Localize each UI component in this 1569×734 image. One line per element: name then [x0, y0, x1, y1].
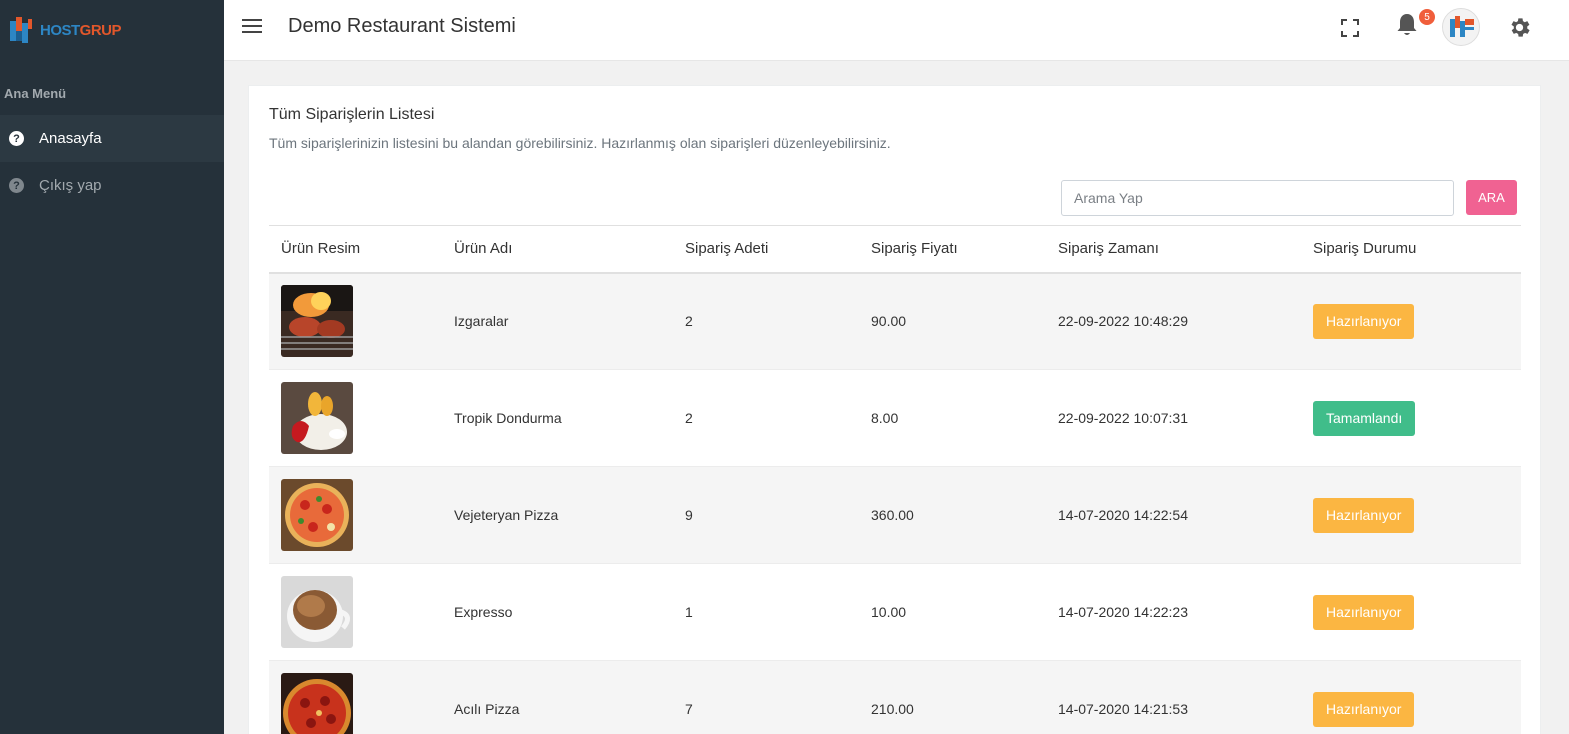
- product-name-cell: Tropik Dondurma: [442, 369, 673, 467]
- column-header: Sipariş Zamanı: [1046, 225, 1301, 274]
- help-circle-icon: ?: [9, 131, 24, 146]
- hostgrup-logo-icon: [10, 17, 32, 43]
- price-cell: 360.00: [859, 466, 1046, 564]
- quantity-cell: 2: [673, 272, 859, 370]
- status-button[interactable]: Hazırlanıyor: [1313, 303, 1415, 339]
- search-input[interactable]: [1061, 180, 1454, 216]
- menu-toggle-icon[interactable]: [242, 19, 262, 35]
- product-image-cell: [269, 272, 442, 370]
- user-avatar[interactable]: [1442, 8, 1480, 46]
- status-button[interactable]: Hazırlanıyor: [1313, 691, 1415, 727]
- product-name-cell: Expresso: [442, 563, 673, 661]
- table-row: Expresso 1 10.00 14-07-2020 14:22:23 Haz…: [269, 563, 1521, 661]
- search-button[interactable]: ARA: [1466, 180, 1517, 215]
- status-cell: Tamamlandı: [1301, 369, 1521, 467]
- quantity-cell: 1: [673, 563, 859, 661]
- quantity-cell: 2: [673, 369, 859, 467]
- product-image-ice-cream: [281, 382, 353, 454]
- time-cell: 14-07-2020 14:21:53: [1046, 660, 1301, 734]
- orders-card: Tüm Siparişlerin Listesi Tüm siparişleri…: [248, 85, 1541, 734]
- table-row: Vejeteryan Pizza 9 360.00 14-07-2020 14:…: [269, 466, 1521, 564]
- card-title: Tüm Siparişlerin Listesi: [269, 106, 435, 123]
- gear-icon[interactable]: [1507, 15, 1532, 40]
- time-cell: 22-09-2022 10:48:29: [1046, 272, 1301, 370]
- price-cell: 210.00: [859, 660, 1046, 734]
- status-button[interactable]: Hazırlanıyor: [1313, 497, 1415, 533]
- product-name-cell: Izgaralar: [442, 272, 673, 370]
- brand-logo[interactable]: HOSTGRUP: [0, 0, 224, 60]
- product-image-cell: [269, 563, 442, 661]
- status-cell: Hazırlanıyor: [1301, 563, 1521, 661]
- sidebar-item-anasayfa[interactable]: ? Anasayfa: [0, 115, 224, 162]
- sidebar-item-label: Çıkış yap: [39, 177, 102, 194]
- fullscreen-icon[interactable]: [1341, 19, 1359, 37]
- top-header: Demo Restaurant Sistemi 5: [224, 0, 1569, 61]
- status-button[interactable]: Hazırlanıyor: [1313, 594, 1415, 630]
- card-subtitle: Tüm siparişlerinizin listesini bu alanda…: [269, 135, 891, 151]
- price-cell: 90.00: [859, 272, 1046, 370]
- table-row: Izgaralar 2 90.00 22-09-2022 10:48:29 Ha…: [269, 272, 1521, 370]
- time-cell: 22-09-2022 10:07:31: [1046, 369, 1301, 467]
- product-image-cell: [269, 369, 442, 467]
- sidebar: HOSTGRUP Ana Menü ? Anasayfa ? Çıkış yap: [0, 0, 224, 734]
- table-row: Acılı Pizza 7 210.00 14-07-2020 14:21:53…: [269, 660, 1521, 734]
- product-name-cell: Acılı Pizza: [442, 660, 673, 734]
- column-header: Sipariş Durumu: [1301, 225, 1521, 274]
- status-cell: Hazırlanıyor: [1301, 660, 1521, 734]
- status-cell: Hazırlanıyor: [1301, 272, 1521, 370]
- product-image-espresso: [281, 576, 353, 648]
- orders-table: Ürün Resim Ürün Adı Sipariş Adeti Sipari…: [269, 225, 1521, 734]
- quantity-cell: 7: [673, 660, 859, 734]
- product-image-cell: [269, 466, 442, 564]
- status-button[interactable]: Tamamlandı: [1313, 400, 1416, 436]
- bell-icon[interactable]: [1396, 13, 1418, 37]
- column-header: Ürün Resim: [269, 225, 442, 274]
- product-image-grill: [281, 285, 353, 358]
- app-title: Demo Restaurant Sistemi: [288, 15, 516, 37]
- sidebar-item-cikis[interactable]: ? Çıkış yap: [0, 162, 224, 209]
- product-image-spicy-pizza: [281, 673, 353, 734]
- product-name-cell: Vejeteryan Pizza: [442, 466, 673, 564]
- avatar-logo-icon: [1443, 9, 1479, 45]
- help-circle-icon: ?: [9, 178, 24, 193]
- quantity-cell: 9: [673, 466, 859, 564]
- price-cell: 10.00: [859, 563, 1046, 661]
- table-header-row: Ürün Resim Ürün Adı Sipariş Adeti Sipari…: [269, 225, 1521, 274]
- price-cell: 8.00: [859, 369, 1046, 467]
- notification-badge: 5: [1419, 9, 1435, 25]
- table-row: Tropik Dondurma 2 8.00 22-09-2022 10:07:…: [269, 369, 1521, 467]
- product-image-veg-pizza: [281, 479, 353, 551]
- column-header: Sipariş Fiyatı: [859, 225, 1046, 274]
- time-cell: 14-07-2020 14:22:23: [1046, 563, 1301, 661]
- column-header: Sipariş Adeti: [673, 225, 859, 274]
- time-cell: 14-07-2020 14:22:54: [1046, 466, 1301, 564]
- brand-logo-text: HOSTGRUP: [40, 21, 122, 39]
- status-cell: Hazırlanıyor: [1301, 466, 1521, 564]
- sidebar-item-label: Anasayfa: [39, 130, 102, 147]
- column-header: Ürün Adı: [442, 225, 673, 274]
- sidebar-section-label: Ana Menü: [4, 86, 67, 101]
- product-image-cell: [269, 660, 442, 734]
